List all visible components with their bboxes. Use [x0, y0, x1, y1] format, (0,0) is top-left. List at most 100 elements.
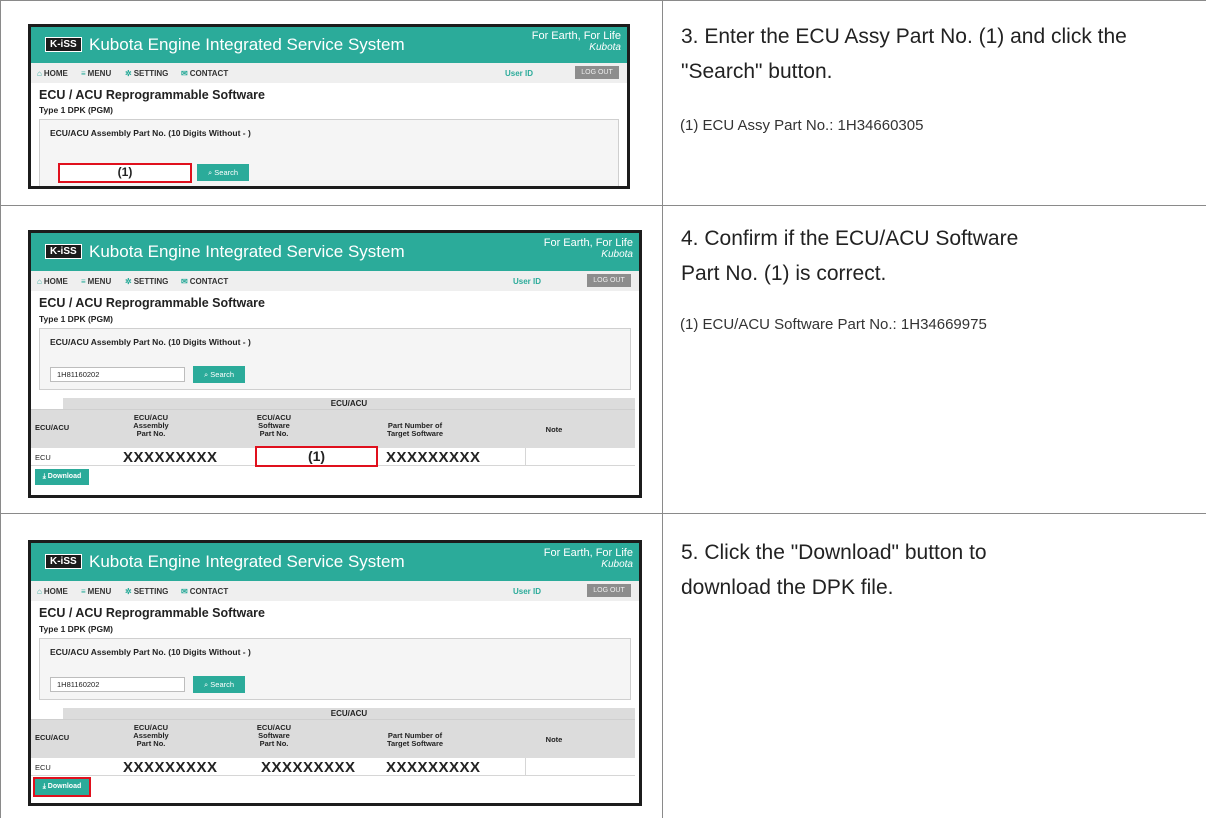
nav-bar: ⌂ HOME ≡ MENU ✲ SETTING ✉ CONTACT User ID LO… — [31, 271, 639, 291]
user-id: User ID — [505, 69, 534, 78]
table-column-divider — [662, 0, 663, 818]
gear-icon: ✲ — [125, 69, 132, 78]
nav-contact[interactable]: ✉ CONTACT — [181, 69, 228, 78]
col-ecu-acu: ECU/ACU — [35, 423, 70, 432]
nav-menu[interactable]: ≡ MENU — [81, 587, 111, 596]
nav-home[interactable]: ⌂ HOME — [37, 277, 68, 286]
page-title: ECU / ACU Reprogrammable Software — [39, 296, 265, 310]
app-header: K-iSS Kubota Engine Integrated Service S… — [31, 233, 639, 271]
menu-icon: ≡ — [81, 587, 86, 596]
callout-1: (1) — [117, 165, 133, 179]
cell-ecu: ECU — [35, 763, 51, 772]
table-border-left — [0, 0, 1, 818]
nav-contact[interactable]: ✉ CONTACT — [181, 587, 228, 596]
form-label: ECU/ACU Assembly Part No. (10 Digits Wit… — [50, 337, 251, 347]
kubota-logo: Kubota — [601, 559, 633, 570]
home-icon: ⌂ — [37, 587, 42, 596]
col-software-part: ECU/ACU Software Part No. — [256, 413, 292, 438]
search-button[interactable]: ⌕ Search — [193, 676, 245, 693]
nav-bar: ⌂ HOME ≡ MENU ✲ SETTING ✉ CONTACT User ID LO… — [31, 63, 627, 83]
nav-setting[interactable]: ✲ SETTING — [125, 69, 168, 78]
col-note: Note — [545, 425, 563, 434]
col-assembly-part: ECU/ACU Assembly Part No. — [133, 723, 169, 748]
page-title: ECU / ACU Reprogrammable Software — [39, 606, 265, 620]
user-id: User ID — [513, 587, 542, 596]
home-icon: ⌂ — [37, 69, 42, 78]
step-3-note: (1) ECU Assy Part No.: 1H34660305 — [680, 117, 924, 134]
cell-assembly-part: XXXXXXXXX — [123, 759, 218, 776]
col-ecu-acu: ECU/ACU — [35, 733, 70, 742]
column-headers: ECU/ACU ECU/ACU Assembly Part No. ECU/AC… — [31, 409, 635, 448]
nav-home[interactable]: ⌂ HOME — [37, 69, 68, 78]
system-title: Kubota Engine Integrated Service System — [89, 242, 405, 261]
screenshot-step-3: K-iSS Kubota Engine Integrated Service S… — [28, 24, 630, 189]
nav-contact[interactable]: ✉ CONTACT — [181, 277, 228, 286]
form-label: ECU/ACU Assembly Part No. (10 Digits Wit… — [50, 647, 251, 657]
col-assembly-part: ECU/ACU Assembly Part No. — [133, 413, 169, 438]
user-id: User ID — [513, 277, 542, 286]
tagline: For Earth, For Life Kubota — [531, 30, 621, 53]
menu-icon: ≡ — [81, 69, 86, 78]
step-4-note: (1) ECU/ACU Software Part No.: 1H3466997… — [680, 316, 987, 333]
home-icon: ⌂ — [37, 277, 42, 286]
mail-icon: ✉ — [181, 277, 188, 286]
search-form: ECU/ACU Assembly Part No. (10 Digits Wit… — [39, 119, 619, 186]
cell-ecu: ECU — [35, 453, 51, 462]
group-header: ECU/ACU — [63, 708, 635, 719]
system-title: Kubota Engine Integrated Service System — [89, 35, 405, 54]
cell-note — [525, 758, 526, 776]
search-form: ECU/ACU Assembly Part No. (10 Digits Wit… — [39, 328, 631, 390]
nav-menu[interactable]: ≡ MENU — [81, 69, 111, 78]
table-row: ECU XXXXXXXXX (1) XXXXXXXXX — [31, 446, 635, 467]
part-number-input[interactable]: 1H81160202 — [50, 677, 185, 692]
group-header: ECU/ACU — [63, 398, 635, 409]
nav-setting[interactable]: ✲ SETTING — [125, 587, 168, 596]
page-title: ECU / ACU Reprogrammable Software — [39, 88, 265, 102]
kiss-logo: K-iSS — [45, 244, 82, 259]
nav-menu[interactable]: ≡ MENU — [81, 277, 111, 286]
cell-target-software: XXXXXXXXX — [386, 759, 481, 776]
kiss-logo: K-iSS — [45, 554, 82, 569]
screenshot-step-5: K-iSS Kubota Engine Integrated Service S… — [28, 540, 642, 806]
kubota-logo: Kubota — [589, 42, 621, 53]
system-title: Kubota Engine Integrated Service System — [89, 552, 405, 571]
gear-icon: ✲ — [125, 587, 132, 596]
cell-target-software: XXXXXXXXX — [386, 449, 481, 466]
callout-1: (1) — [307, 448, 326, 464]
col-target-software: Part Number of Target Software — [386, 731, 444, 748]
step-3-text: 3. Enter the ECU Assy Part No. (1) and c… — [681, 25, 1127, 83]
mail-icon: ✉ — [181, 587, 188, 596]
page-subtitle: Type 1 DPK (PGM) — [39, 105, 113, 115]
app-header: K-iSS Kubota Engine Integrated Service S… — [31, 27, 627, 63]
cell-software-part: XXXXXXXXX — [261, 759, 356, 776]
nav-setting[interactable]: ✲ SETTING — [125, 277, 168, 286]
cell-assembly-part: XXXXXXXXX — [123, 449, 218, 466]
step-4-text: 4. Confirm if the ECU/ACU Software Part … — [681, 227, 1019, 285]
software-part-highlight: (1) — [255, 446, 378, 467]
logout-button[interactable]: LOG OUT — [587, 584, 631, 597]
search-button[interactable]: ⌕ Search — [193, 366, 245, 383]
gear-icon: ✲ — [125, 277, 132, 286]
form-label: ECU/ACU Assembly Part No. (10 Digits Wit… — [50, 128, 251, 138]
kiss-logo: K-iSS — [45, 37, 82, 52]
logout-button[interactable]: LOG OUT — [587, 274, 631, 287]
page-subtitle: Type 1 DPK (PGM) — [39, 314, 113, 324]
table-row-divider-1 — [0, 205, 1206, 206]
search-button[interactable]: ⌕ Search — [197, 164, 249, 181]
nav-home[interactable]: ⌂ HOME — [37, 587, 68, 596]
col-note: Note — [545, 735, 563, 744]
col-software-part: ECU/ACU Software Part No. — [256, 723, 292, 748]
logout-button[interactable]: LOG OUT — [575, 66, 619, 79]
tagline: For Earth, For Life Kubota — [543, 237, 633, 260]
col-target-software: Part Number of Target Software — [386, 421, 444, 438]
cell-note — [525, 448, 526, 466]
mail-icon: ✉ — [181, 69, 188, 78]
table-row: ECU XXXXXXXXX XXXXXXXXX XXXXXXXXX — [31, 758, 635, 776]
page-subtitle: Type 1 DPK (PGM) — [39, 624, 113, 634]
part-number-input[interactable]: (1) — [58, 163, 192, 183]
menu-icon: ≡ — [81, 277, 86, 286]
part-number-input[interactable]: 1H81160202 — [50, 367, 185, 382]
tagline: For Earth, For Life Kubota — [543, 547, 633, 570]
download-button[interactable]: ⤓ Download — [35, 469, 89, 485]
kubota-logo: Kubota — [601, 249, 633, 260]
